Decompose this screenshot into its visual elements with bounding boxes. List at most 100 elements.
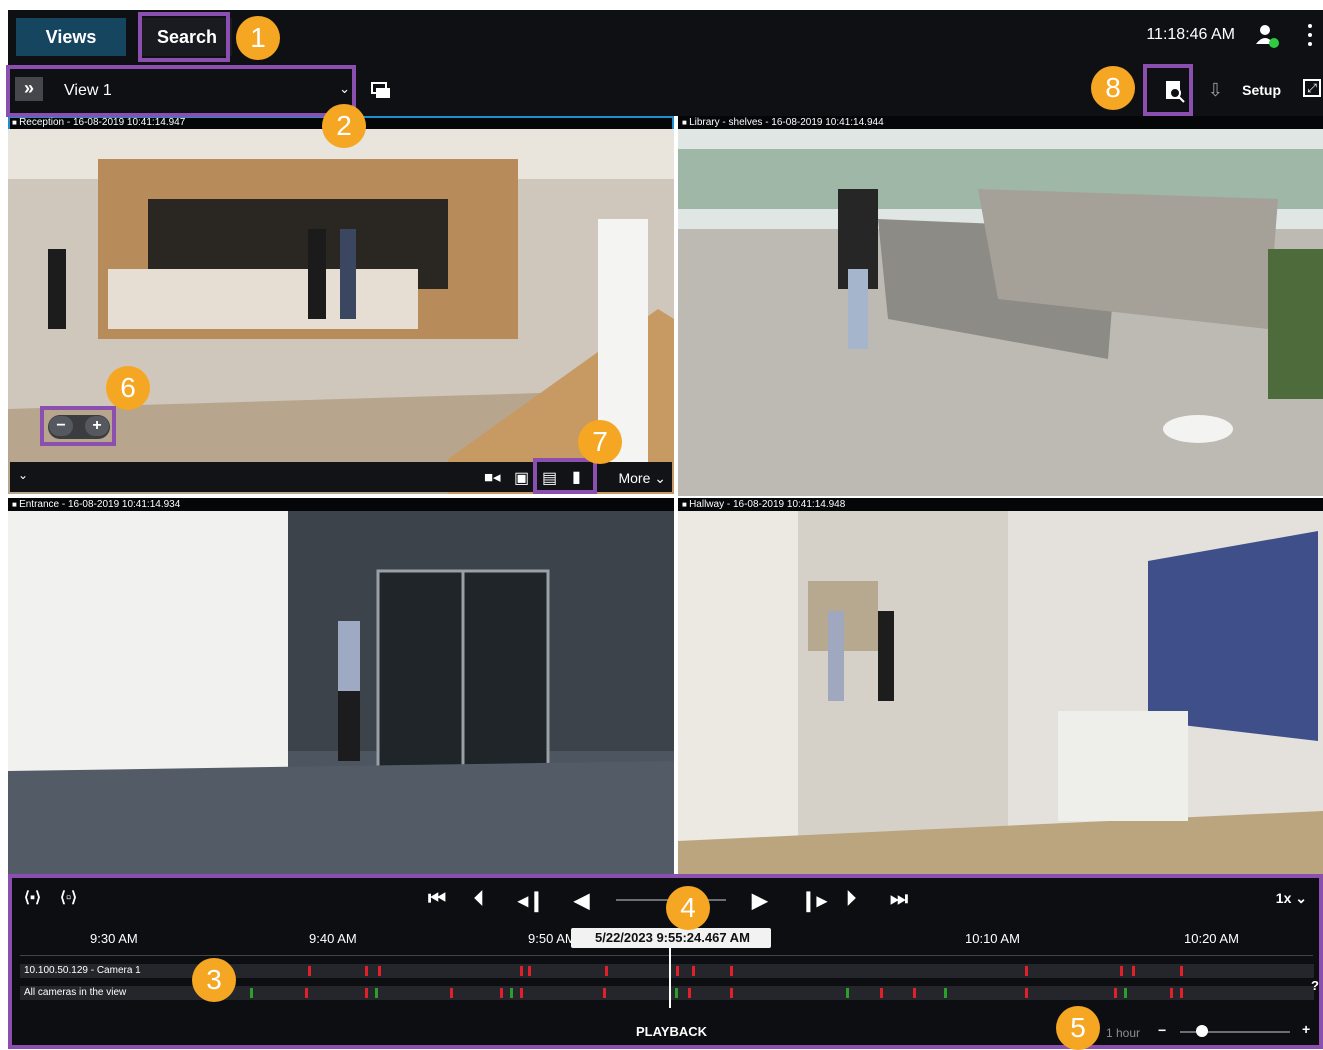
tick-label: 9:40 AM	[309, 931, 357, 946]
motion-mark	[1025, 966, 1028, 976]
current-time-tooltip: 5/22/2023 9:55:24.467 AM	[571, 928, 771, 948]
motion-mark	[365, 966, 368, 976]
motion-mark	[676, 966, 679, 976]
more-button[interactable]: More ⌄	[618, 470, 666, 487]
clock: 11:18:46 AM	[1146, 26, 1235, 43]
motion-mark	[1170, 988, 1173, 998]
zoom-pill: − +	[48, 415, 110, 439]
tick-label: 10:20 AM	[1184, 931, 1239, 946]
callout-4: 4	[666, 886, 710, 930]
multi-window-icon[interactable]	[370, 80, 392, 102]
export-icon[interactable]: ⇩	[1208, 80, 1223, 101]
motion-mark	[1180, 988, 1183, 998]
camera-tile-entrance[interactable]: Entrance - 16-08-2019 10:41:14.934	[8, 498, 674, 874]
search-camera-icon[interactable]	[1161, 78, 1187, 104]
view-selector[interactable]: View 1 ⌄	[56, 76, 352, 106]
motion-mark	[944, 988, 947, 998]
motion-mark	[365, 988, 368, 998]
motion-mark	[603, 988, 606, 998]
camera-title: Entrance - 16-08-2019 10:41:14.934	[12, 499, 180, 510]
ruler-line	[20, 955, 1313, 956]
motion-mark	[308, 966, 311, 976]
digital-zoom-control: − +	[40, 406, 116, 446]
motion-mark	[846, 988, 849, 998]
tick-label: 10:10 AM	[965, 931, 1020, 946]
motion-mark	[1124, 988, 1127, 998]
zoom-in-button[interactable]: +	[85, 416, 109, 436]
previous-frame-icon[interactable]: ◂❙	[518, 888, 545, 913]
tick-label: 9:30 AM	[90, 931, 138, 946]
chevron-down-icon: ⌄	[339, 81, 350, 96]
motion-mark	[500, 988, 503, 998]
motion-mark	[378, 966, 381, 976]
tick-label: 9:50 AM	[528, 931, 576, 946]
track-label: All cameras in the view	[24, 987, 127, 998]
motion-mark	[605, 966, 608, 976]
callout-1: 1	[236, 16, 280, 60]
motion-mark	[688, 988, 691, 998]
time-span-minus[interactable]: −	[1158, 1022, 1166, 1038]
next-frame-icon[interactable]: ❙▸	[800, 888, 827, 913]
motion-mark	[1180, 966, 1183, 976]
camera-feed	[8, 511, 674, 874]
view-name: View 1	[64, 82, 112, 99]
callout-3: 3	[192, 958, 236, 1002]
record-icon[interactable]: ■◂	[484, 468, 501, 486]
camera-feed	[678, 511, 1323, 874]
camera-title: Hallway - 16-08-2019 10:41:14.948	[682, 499, 845, 510]
callout-7: 7	[578, 420, 622, 464]
motion-mark	[510, 988, 513, 998]
motion-mark	[520, 988, 523, 998]
camera-title: Library - shelves - 16-08-2019 10:41:14.…	[682, 117, 884, 128]
fullscreen-icon[interactable]: ⤢	[1303, 79, 1321, 97]
motion-mark	[1114, 988, 1117, 998]
mark-start-icon[interactable]: ⟨▪⟩	[24, 888, 41, 906]
motion-mark	[375, 988, 378, 998]
top-bar: Views Search 11:18:46 AM	[8, 10, 1323, 62]
callout-5: 5	[1056, 1006, 1100, 1050]
motion-mark	[730, 988, 733, 998]
motion-mark	[730, 966, 733, 976]
speed-label: 1x	[1275, 890, 1292, 906]
play-backward-icon[interactable]: ◀	[574, 888, 589, 913]
time-span-label: 1 hour	[1106, 1026, 1141, 1040]
time-span-knob[interactable]	[1196, 1025, 1208, 1037]
motion-mark	[305, 988, 308, 998]
kebab-menu-icon[interactable]	[1305, 22, 1315, 50]
camera-toolbar: ⌄ ■◂ ▣ ▤ ▮ More ⌄	[10, 462, 672, 492]
tab-views[interactable]: Views	[16, 18, 126, 56]
motion-mark	[528, 966, 531, 976]
setup-button[interactable]: Setup	[1242, 82, 1281, 98]
motion-mark	[520, 966, 523, 976]
motion-mark	[675, 988, 678, 998]
chevron-down-icon[interactable]: ⌄	[18, 468, 28, 482]
track-label: 10.100.50.129 - Camera 1	[24, 965, 141, 976]
time-span-plus[interactable]: +	[1302, 1021, 1310, 1037]
tab-search[interactable]: Search	[142, 18, 232, 56]
print-icon[interactable]: ▤	[542, 468, 557, 488]
expand-panel-button[interactable]: »	[15, 77, 43, 101]
callout-8: 8	[1091, 66, 1135, 110]
next-sequence-icon[interactable]: ⏵	[846, 888, 856, 911]
app-root: Views Search 11:18:46 AM » View 1 ⌄ ⇩ Se…	[0, 0, 1323, 1050]
speed-selector[interactable]: 1x ⌄	[1276, 890, 1307, 907]
motion-mark	[250, 988, 253, 998]
play-forward-icon[interactable]: ▶	[752, 888, 767, 913]
user-icon[interactable]	[1253, 22, 1281, 50]
camera-tile-hallway[interactable]: Hallway - 16-08-2019 10:41:14.948	[678, 498, 1323, 874]
mark-end-icon[interactable]: ⟨▫⟩	[60, 888, 77, 906]
motion-mark	[692, 966, 695, 976]
more-label: More	[618, 470, 651, 486]
motion-mark	[1120, 966, 1123, 976]
help-icon[interactable]: ?	[1311, 978, 1319, 993]
clipboard-icon[interactable]: ▮	[572, 467, 581, 487]
previous-sequence-icon[interactable]: ⏴	[474, 888, 484, 911]
callout-6: 6	[106, 366, 150, 410]
callout-2: 2	[322, 104, 366, 148]
save-icon[interactable]: ▣	[514, 468, 529, 488]
camera-feed	[678, 129, 1323, 496]
zoom-out-button[interactable]: −	[49, 416, 73, 436]
skip-to-end-icon[interactable]: ⏭	[890, 888, 908, 911]
camera-tile-library[interactable]: Library - shelves - 16-08-2019 10:41:14.…	[678, 116, 1323, 496]
skip-to-start-icon[interactable]: ⏮	[428, 888, 446, 911]
